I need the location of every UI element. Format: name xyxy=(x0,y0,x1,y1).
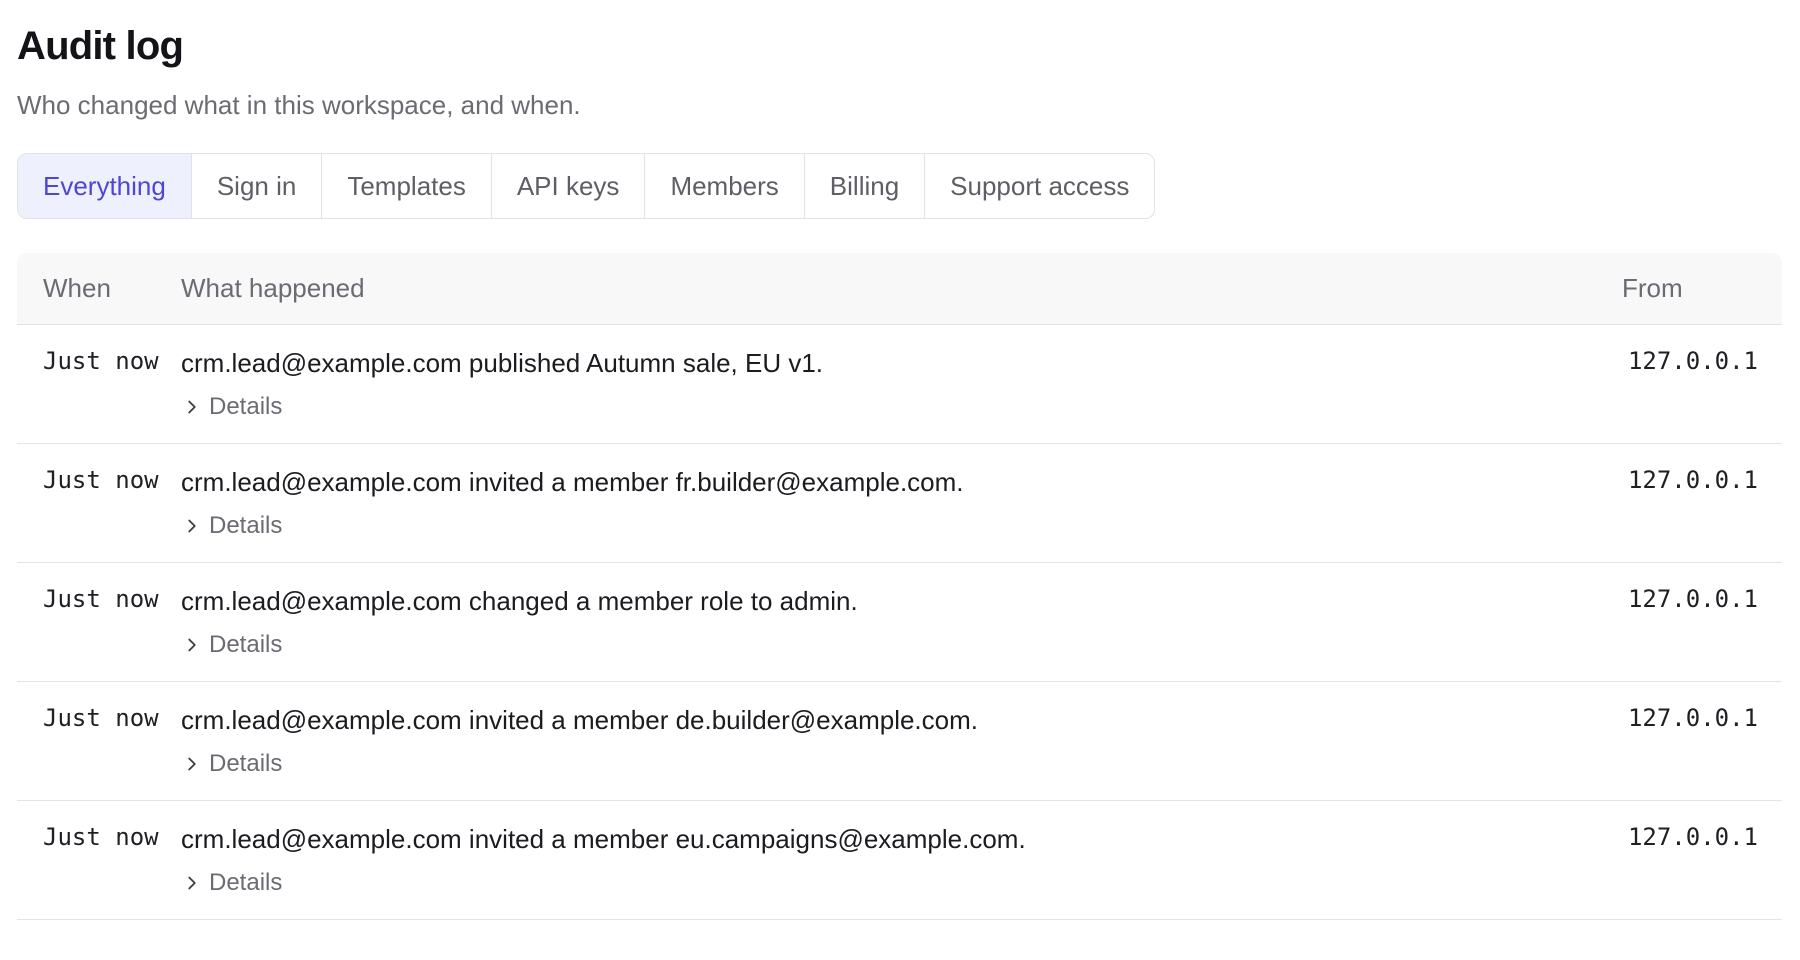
details-toggle[interactable]: Details xyxy=(181,750,282,778)
details-label: Details xyxy=(209,868,283,896)
column-header-when: When xyxy=(17,253,181,325)
audit-log-page: Audit log Who changed what in this works… xyxy=(0,0,1800,920)
event-source-ip: 127.0.0.1 xyxy=(1622,324,1782,444)
chevron-right-icon xyxy=(188,876,196,890)
details-label: Details xyxy=(209,511,283,539)
table-header-row: When What happened From xyxy=(17,253,1782,325)
event-description-cell: crm.lead@example.com invited a member eu… xyxy=(181,800,1622,920)
column-header-from: From xyxy=(1622,253,1782,325)
table-row: Just now crm.lead@example.com invited a … xyxy=(17,443,1782,563)
tab-everything[interactable]: Everything xyxy=(18,154,192,219)
details-label: Details xyxy=(209,392,283,420)
event-description: crm.lead@example.com invited a member eu… xyxy=(181,823,1026,854)
event-source-ip: 127.0.0.1 xyxy=(1622,681,1782,801)
event-description-cell: crm.lead@example.com published Autumn sa… xyxy=(181,324,1622,444)
event-description-cell: crm.lead@example.com invited a member de… xyxy=(181,681,1622,801)
event-source-ip: 127.0.0.1 xyxy=(1622,800,1782,920)
chevron-right-icon xyxy=(188,519,196,533)
audit-log-table: When What happened From Just now crm.lea… xyxy=(17,253,1782,920)
event-description: crm.lead@example.com invited a member fr… xyxy=(181,466,964,497)
event-time: Just now xyxy=(17,681,181,801)
details-toggle[interactable]: Details xyxy=(181,393,282,421)
event-time: Just now xyxy=(17,800,181,920)
chevron-right-icon xyxy=(188,400,196,414)
event-description-cell: crm.lead@example.com invited a member fr… xyxy=(181,443,1622,563)
details-toggle[interactable]: Details xyxy=(181,631,282,659)
table-row: Just now crm.lead@example.com invited a … xyxy=(17,681,1782,801)
filter-tabs: Everything Sign in Templates API keys Me… xyxy=(17,153,1156,220)
tab-billing[interactable]: Billing xyxy=(804,154,926,219)
tab-api-keys[interactable]: API keys xyxy=(491,154,646,219)
details-toggle[interactable]: Details xyxy=(181,869,282,897)
event-time: Just now xyxy=(17,562,181,682)
event-source-ip: 127.0.0.1 xyxy=(1622,443,1782,563)
tab-members[interactable]: Members xyxy=(645,154,805,219)
chevron-right-icon xyxy=(188,757,196,771)
column-header-what-happened: What happened xyxy=(181,253,1622,325)
details-label: Details xyxy=(209,749,283,777)
event-description-cell: crm.lead@example.com changed a member ro… xyxy=(181,562,1622,682)
tab-templates[interactable]: Templates xyxy=(322,154,492,219)
table-row: Just now crm.lead@example.com changed a … xyxy=(17,562,1782,682)
event-description: crm.lead@example.com published Autumn sa… xyxy=(181,347,824,378)
tab-sign-in[interactable]: Sign in xyxy=(191,154,323,219)
tab-support-access[interactable]: Support access xyxy=(925,154,1155,219)
event-description: crm.lead@example.com changed a member ro… xyxy=(181,585,858,616)
event-description: crm.lead@example.com invited a member de… xyxy=(181,704,978,735)
table-row: Just now crm.lead@example.com published … xyxy=(17,324,1782,444)
details-label: Details xyxy=(209,630,283,658)
chevron-right-icon xyxy=(188,638,196,652)
page-subtitle: Who changed what in this workspace, and … xyxy=(17,90,581,120)
table-row: Just now crm.lead@example.com invited a … xyxy=(17,800,1782,920)
event-time: Just now xyxy=(17,443,181,563)
details-toggle[interactable]: Details xyxy=(181,512,282,540)
event-time: Just now xyxy=(17,324,181,444)
event-source-ip: 127.0.0.1 xyxy=(1622,562,1782,682)
page-title: Audit log xyxy=(17,24,184,68)
